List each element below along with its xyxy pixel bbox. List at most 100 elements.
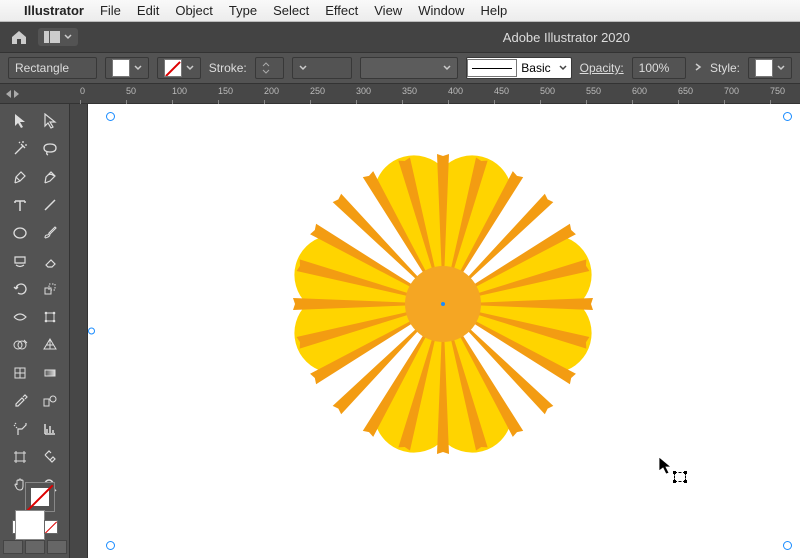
- horizontal-ruler[interactable]: 0 50 100 150 200 250 300 350 400 450 500…: [0, 84, 800, 104]
- gradient-tool[interactable]: [35, 360, 65, 386]
- width-tool[interactable]: [5, 304, 35, 330]
- workspace-switcher[interactable]: [38, 28, 78, 46]
- screen-mode-icon[interactable]: [47, 540, 67, 554]
- ellipse-tool[interactable]: [5, 220, 35, 246]
- ruler-tick: 650: [678, 86, 693, 96]
- fill-swatch[interactable]: [105, 57, 149, 79]
- menu-object[interactable]: Object: [175, 3, 213, 18]
- eraser-tool[interactable]: [35, 248, 65, 274]
- fill-stroke-control[interactable]: [13, 508, 57, 514]
- ruler-tick: 550: [586, 86, 601, 96]
- selection-handle[interactable]: [783, 112, 792, 121]
- stroke-label: Stroke:: [209, 61, 247, 75]
- variable-width-profile[interactable]: [292, 57, 351, 79]
- selection-handle[interactable]: [106, 541, 115, 550]
- cursor-mode-icon: [674, 472, 686, 482]
- app-title: Adobe Illustrator 2020: [503, 30, 630, 45]
- artboard[interactable]: [88, 104, 800, 558]
- graph-tool[interactable]: [35, 416, 65, 442]
- brush-stroke-icon: [467, 59, 517, 77]
- screen-mode-icon[interactable]: [3, 540, 23, 554]
- ruler-tick: 0: [80, 86, 85, 96]
- curvature-tool[interactable]: [35, 164, 65, 190]
- none-color-icon[interactable]: [44, 520, 58, 534]
- vertical-ruler[interactable]: [70, 104, 88, 558]
- menu-view[interactable]: View: [374, 3, 402, 18]
- ruler-tick: 750: [770, 86, 785, 96]
- ruler-tick: 200: [264, 86, 279, 96]
- object-type-display[interactable]: Rectangle: [8, 57, 97, 79]
- style-swatch[interactable]: [748, 57, 792, 79]
- brush-tool[interactable]: [35, 220, 65, 246]
- canvas[interactable]: [70, 104, 800, 558]
- style-icon: [755, 59, 773, 77]
- menu-effect[interactable]: Effect: [325, 3, 358, 18]
- menu-type[interactable]: Type: [229, 3, 257, 18]
- screen-mode-row: [3, 540, 67, 554]
- mesh-tool[interactable]: [5, 360, 35, 386]
- opacity-value: 100%: [639, 61, 670, 75]
- object-type-label: Rectangle: [15, 61, 69, 75]
- line-tool[interactable]: [35, 192, 65, 218]
- selection-handle[interactable]: [783, 541, 792, 550]
- selection-tool[interactable]: [5, 108, 35, 134]
- ruler-tick: 250: [310, 86, 325, 96]
- magic-wand-tool[interactable]: [5, 136, 35, 162]
- symbol-sprayer-tool[interactable]: [5, 416, 35, 442]
- mac-app-name[interactable]: Illustrator: [24, 3, 84, 18]
- opacity-field[interactable]: 100%: [632, 57, 686, 79]
- perspective-tool[interactable]: [35, 332, 65, 358]
- slice-tool[interactable]: [35, 444, 65, 470]
- stroke-box-icon[interactable]: [25, 482, 55, 512]
- free-transform-tool[interactable]: [35, 304, 65, 330]
- ruler-tick: 50: [126, 86, 136, 96]
- blend-tool[interactable]: [35, 388, 65, 414]
- stroke-weight-field[interactable]: [255, 57, 285, 79]
- shape-builder-tool[interactable]: [5, 332, 35, 358]
- ruler-origin[interactable]: [0, 84, 70, 103]
- selection-handle[interactable]: [88, 328, 95, 335]
- eyedropper-tool[interactable]: [5, 388, 35, 414]
- screen-mode-icon[interactable]: [25, 540, 45, 554]
- mac-menu-bar: Illustrator File Edit Object Type Select…: [0, 0, 800, 22]
- scale-tool[interactable]: [35, 276, 65, 302]
- direct-selection-tool[interactable]: [35, 108, 65, 134]
- center-anchor-icon[interactable]: [441, 302, 445, 306]
- ruler-tick: 400: [448, 86, 463, 96]
- stroke-swatch[interactable]: [157, 57, 201, 79]
- ruler-tick: 600: [632, 86, 647, 96]
- home-icon[interactable]: [10, 29, 28, 45]
- menu-help[interactable]: Help: [480, 3, 507, 18]
- ruler-tick: 500: [540, 86, 555, 96]
- style-label: Style:: [710, 61, 740, 75]
- shaper-tool[interactable]: [5, 248, 35, 274]
- no-stroke-icon: [164, 59, 182, 77]
- ruler-tick: 150: [218, 86, 233, 96]
- app-header: Adobe Illustrator 2020: [0, 22, 800, 52]
- fill-box-icon[interactable]: [15, 510, 45, 540]
- menu-file[interactable]: File: [100, 3, 121, 18]
- ruler-tick: 100: [172, 86, 187, 96]
- ruler-tick: 700: [724, 86, 739, 96]
- brush-dropdown[interactable]: Basic: [466, 57, 571, 79]
- artboard-tool[interactable]: [5, 444, 35, 470]
- opacity-label[interactable]: Opacity:: [580, 61, 624, 75]
- ruler-tick: 300: [356, 86, 371, 96]
- brush-definition[interactable]: [360, 57, 459, 79]
- menu-select[interactable]: Select: [273, 3, 309, 18]
- pen-tool[interactable]: [5, 164, 35, 190]
- lasso-tool[interactable]: [35, 136, 65, 162]
- brush-label: Basic: [521, 61, 554, 75]
- selection-handle[interactable]: [106, 112, 115, 121]
- fill-color-icon: [112, 59, 130, 77]
- rotate-tool[interactable]: [5, 276, 35, 302]
- workspace: [0, 104, 800, 558]
- menu-edit[interactable]: Edit: [137, 3, 159, 18]
- expand-icon[interactable]: [694, 61, 702, 75]
- ruler-tick: 450: [494, 86, 509, 96]
- ruler-tick: 350: [402, 86, 417, 96]
- type-tool[interactable]: [5, 192, 35, 218]
- control-bar: Rectangle Stroke: Basic Opacity: 100% St…: [0, 52, 800, 84]
- toolbox: [0, 104, 70, 558]
- menu-window[interactable]: Window: [418, 3, 464, 18]
